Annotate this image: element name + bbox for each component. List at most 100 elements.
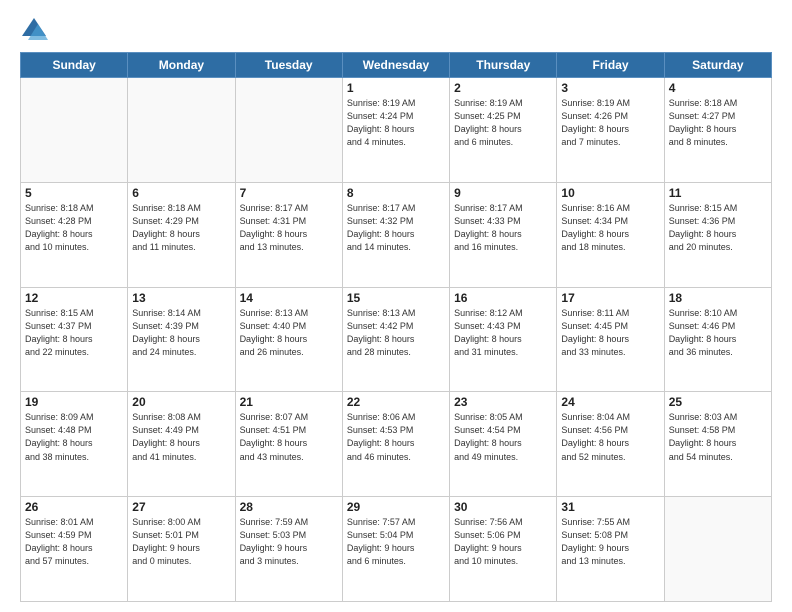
weekday-header: Thursday <box>450 53 557 78</box>
day-number: 8 <box>347 186 445 200</box>
calendar-cell: 1 Sunrise: 8:19 AM Sunset: 4:24 PM Daylig… <box>342 78 449 183</box>
weekday-header: Tuesday <box>235 53 342 78</box>
calendar-cell: 13 Sunrise: 8:14 AM Sunset: 4:39 PM Dayli… <box>128 287 235 392</box>
day-number: 2 <box>454 81 552 95</box>
day-number: 14 <box>240 291 338 305</box>
calendar-week-row: 1 Sunrise: 8:19 AM Sunset: 4:24 PM Daylig… <box>21 78 772 183</box>
day-info: Sunrise: 8:01 AM Sunset: 4:59 PM Dayligh… <box>25 516 123 568</box>
day-number: 18 <box>669 291 767 305</box>
day-info: Sunrise: 8:07 AM Sunset: 4:51 PM Dayligh… <box>240 411 338 463</box>
day-number: 28 <box>240 500 338 514</box>
calendar-cell: 9Sunrise: 8:17 AM Sunset: 4:33 PM Daylig… <box>450 182 557 287</box>
day-info: Sunrise: 8:13 AM Sunset: 4:42 PM Dayligh… <box>347 307 445 359</box>
calendar-cell: 18 Sunrise: 8:10 AM Sunset: 4:46 PM Dayli… <box>664 287 771 392</box>
day-number: 23 <box>454 395 552 409</box>
day-info: Sunrise: 8:11 AM Sunset: 4:45 PM Dayligh… <box>561 307 659 359</box>
calendar-cell: 2 Sunrise: 8:19 AM Sunset: 4:25 PM Daylig… <box>450 78 557 183</box>
calendar-cell: 22 Sunrise: 8:06 AM Sunset: 4:53 PM Dayli… <box>342 392 449 497</box>
day-info: Sunrise: 8:19 AM Sunset: 4:24 PM Dayligh… <box>347 97 445 149</box>
calendar-cell: 7Sunrise: 8:17 AM Sunset: 4:31 PM Daylig… <box>235 182 342 287</box>
calendar-table: SundayMondayTuesdayWednesdayThursdayFrid… <box>20 52 772 602</box>
calendar-cell: 16Sunrise: 8:12 AM Sunset: 4:43 PM Dayli… <box>450 287 557 392</box>
calendar-cell: 24Sunrise: 8:04 AM Sunset: 4:56 PM Dayli… <box>557 392 664 497</box>
calendar-cell: 20 Sunrise: 8:08 AM Sunset: 4:49 PM Dayli… <box>128 392 235 497</box>
day-info: Sunrise: 8:19 AM Sunset: 4:25 PM Dayligh… <box>454 97 552 149</box>
weekday-row: SundayMondayTuesdayWednesdayThursdayFrid… <box>21 53 772 78</box>
calendar-cell <box>235 78 342 183</box>
weekday-header: Monday <box>128 53 235 78</box>
day-info: Sunrise: 8:06 AM Sunset: 4:53 PM Dayligh… <box>347 411 445 463</box>
calendar-cell: 8 Sunrise: 8:17 AM Sunset: 4:32 PM Daylig… <box>342 182 449 287</box>
day-number: 10 <box>561 186 659 200</box>
day-number: 6 <box>132 186 230 200</box>
day-number: 4 <box>669 81 767 95</box>
calendar-body: 1 Sunrise: 8:19 AM Sunset: 4:24 PM Daylig… <box>21 78 772 602</box>
calendar-cell <box>664 497 771 602</box>
day-number: 20 <box>132 395 230 409</box>
day-number: 29 <box>347 500 445 514</box>
calendar-cell: 30 Sunrise: 7:56 AM Sunset: 5:06 PM Dayli… <box>450 497 557 602</box>
calendar-cell: 28 Sunrise: 7:59 AM Sunset: 5:03 PM Dayli… <box>235 497 342 602</box>
day-number: 12 <box>25 291 123 305</box>
day-number: 5 <box>25 186 123 200</box>
weekday-header: Wednesday <box>342 53 449 78</box>
day-info: Sunrise: 8:10 AM Sunset: 4:46 PM Dayligh… <box>669 307 767 359</box>
day-info: Sunrise: 8:15 AM Sunset: 4:36 PM Dayligh… <box>669 202 767 254</box>
calendar-cell: 17Sunrise: 8:11 AM Sunset: 4:45 PM Dayli… <box>557 287 664 392</box>
day-info: Sunrise: 8:05 AM Sunset: 4:54 PM Dayligh… <box>454 411 552 463</box>
day-info: Sunrise: 8:17 AM Sunset: 4:32 PM Dayligh… <box>347 202 445 254</box>
calendar-cell: 12Sunrise: 8:15 AM Sunset: 4:37 PM Dayli… <box>21 287 128 392</box>
day-info: Sunrise: 8:19 AM Sunset: 4:26 PM Dayligh… <box>561 97 659 149</box>
day-info: Sunrise: 8:18 AM Sunset: 4:29 PM Dayligh… <box>132 202 230 254</box>
calendar-header: SundayMondayTuesdayWednesdayThursdayFrid… <box>21 53 772 78</box>
day-info: Sunrise: 8:12 AM Sunset: 4:43 PM Dayligh… <box>454 307 552 359</box>
day-info: Sunrise: 7:56 AM Sunset: 5:06 PM Dayligh… <box>454 516 552 568</box>
logo-icon <box>20 16 48 44</box>
logo <box>20 16 52 44</box>
calendar-cell: 26 Sunrise: 8:01 AM Sunset: 4:59 PM Dayli… <box>21 497 128 602</box>
day-info: Sunrise: 8:18 AM Sunset: 4:27 PM Dayligh… <box>669 97 767 149</box>
day-info: Sunrise: 8:08 AM Sunset: 4:49 PM Dayligh… <box>132 411 230 463</box>
day-info: Sunrise: 8:03 AM Sunset: 4:58 PM Dayligh… <box>669 411 767 463</box>
day-info: Sunrise: 8:09 AM Sunset: 4:48 PM Dayligh… <box>25 411 123 463</box>
day-info: Sunrise: 8:00 AM Sunset: 5:01 PM Dayligh… <box>132 516 230 568</box>
day-info: Sunrise: 8:13 AM Sunset: 4:40 PM Dayligh… <box>240 307 338 359</box>
day-number: 27 <box>132 500 230 514</box>
weekday-header: Sunday <box>21 53 128 78</box>
day-number: 30 <box>454 500 552 514</box>
calendar-cell: 31 Sunrise: 7:55 AM Sunset: 5:08 PM Dayli… <box>557 497 664 602</box>
calendar-cell: 5 Sunrise: 8:18 AM Sunset: 4:28 PM Daylig… <box>21 182 128 287</box>
day-number: 19 <box>25 395 123 409</box>
calendar-week-row: 12Sunrise: 8:15 AM Sunset: 4:37 PM Dayli… <box>21 287 772 392</box>
day-number: 11 <box>669 186 767 200</box>
day-info: Sunrise: 8:18 AM Sunset: 4:28 PM Dayligh… <box>25 202 123 254</box>
calendar-cell: 11 Sunrise: 8:15 AM Sunset: 4:36 PM Dayli… <box>664 182 771 287</box>
calendar-week-row: 19 Sunrise: 8:09 AM Sunset: 4:48 PM Dayli… <box>21 392 772 497</box>
day-number: 31 <box>561 500 659 514</box>
calendar-cell: 21 Sunrise: 8:07 AM Sunset: 4:51 PM Dayli… <box>235 392 342 497</box>
calendar-cell: 23 Sunrise: 8:05 AM Sunset: 4:54 PM Dayli… <box>450 392 557 497</box>
day-number: 26 <box>25 500 123 514</box>
calendar-week-row: 5 Sunrise: 8:18 AM Sunset: 4:28 PM Daylig… <box>21 182 772 287</box>
day-info: Sunrise: 7:55 AM Sunset: 5:08 PM Dayligh… <box>561 516 659 568</box>
page: SundayMondayTuesdayWednesdayThursdayFrid… <box>0 0 792 612</box>
calendar-cell: 3Sunrise: 8:19 AM Sunset: 4:26 PM Daylig… <box>557 78 664 183</box>
header <box>20 16 772 44</box>
calendar-week-row: 26 Sunrise: 8:01 AM Sunset: 4:59 PM Dayli… <box>21 497 772 602</box>
day-number: 21 <box>240 395 338 409</box>
calendar-cell <box>21 78 128 183</box>
day-number: 13 <box>132 291 230 305</box>
day-number: 22 <box>347 395 445 409</box>
day-info: Sunrise: 8:14 AM Sunset: 4:39 PM Dayligh… <box>132 307 230 359</box>
day-number: 7 <box>240 186 338 200</box>
day-info: Sunrise: 8:16 AM Sunset: 4:34 PM Dayligh… <box>561 202 659 254</box>
weekday-header: Saturday <box>664 53 771 78</box>
calendar-cell <box>128 78 235 183</box>
calendar-cell: 10 Sunrise: 8:16 AM Sunset: 4:34 PM Dayli… <box>557 182 664 287</box>
calendar-cell: 14 Sunrise: 8:13 AM Sunset: 4:40 PM Dayli… <box>235 287 342 392</box>
day-number: 15 <box>347 291 445 305</box>
day-number: 9 <box>454 186 552 200</box>
calendar-cell: 15 Sunrise: 8:13 AM Sunset: 4:42 PM Dayli… <box>342 287 449 392</box>
day-info: Sunrise: 7:59 AM Sunset: 5:03 PM Dayligh… <box>240 516 338 568</box>
day-number: 1 <box>347 81 445 95</box>
